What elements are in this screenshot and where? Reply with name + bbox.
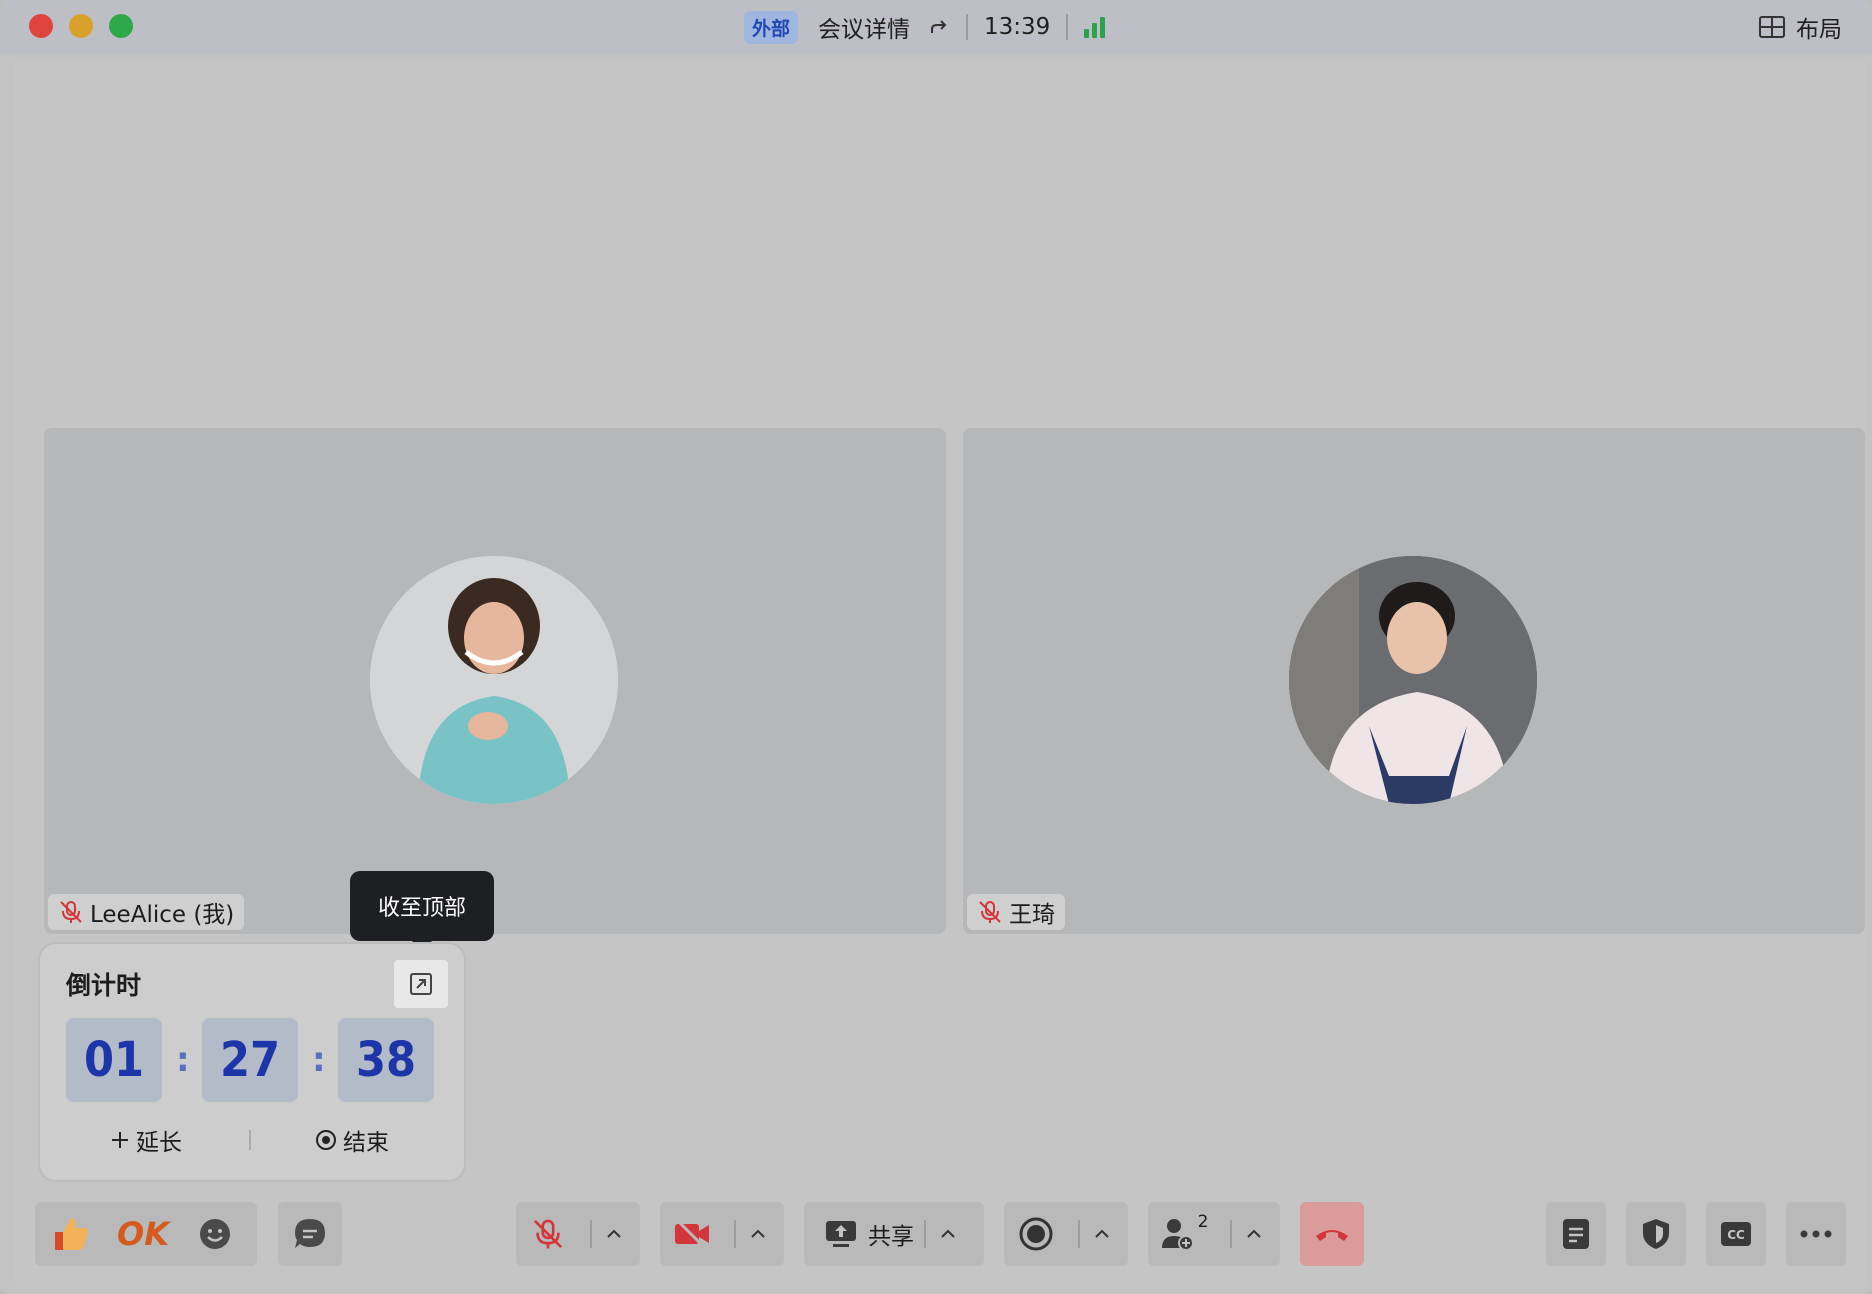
captions-icon: CC (1721, 1222, 1751, 1246)
participant-name-tag: 王琦 (967, 894, 1065, 930)
extend-button[interactable]: 延长 (110, 1123, 182, 1157)
minimize-window-button[interactable] (69, 14, 93, 38)
record-button[interactable] (1004, 1216, 1068, 1252)
divider (249, 1130, 251, 1150)
participant-tile[interactable]: 王琦 (963, 428, 1865, 934)
captions-button[interactable]: CC (1706, 1202, 1766, 1266)
divider (1230, 1220, 1232, 1248)
collapse-to-top-button[interactable] (394, 960, 448, 1008)
thumbs-up-reaction[interactable] (35, 1214, 107, 1254)
chat-button[interactable] (278, 1202, 342, 1266)
notes-icon (1563, 1219, 1589, 1249)
chevron-up-icon (1095, 1229, 1109, 1238)
reactions-group: OK (35, 1202, 257, 1266)
share-label: 共享 (868, 1224, 914, 1250)
end-label: 结束 (343, 1130, 389, 1156)
avatar (370, 556, 618, 804)
smile-icon (200, 1219, 230, 1249)
divider (1078, 1220, 1080, 1248)
time-separator: : (312, 1040, 326, 1080)
ok-reaction[interactable]: OK (107, 1215, 179, 1253)
title-bar: 外部 会议详情 13:39 布局 (0, 0, 1872, 54)
security-button[interactable] (1626, 1202, 1686, 1266)
share-control: 共享 (804, 1202, 984, 1266)
stop-circle-icon (316, 1130, 336, 1150)
countdown-title: 倒计时 (66, 971, 142, 1000)
layout-button[interactable]: 布局 (1758, 10, 1842, 44)
share-options-button[interactable] (936, 1222, 960, 1246)
chat-bubble-icon (295, 1219, 325, 1248)
more-icon (1800, 1230, 1832, 1238)
plus-icon (112, 1132, 128, 1148)
more-options-button[interactable] (1786, 1202, 1846, 1266)
refresh-share-icon[interactable] (928, 16, 950, 38)
ok-reaction-label: OK (117, 1215, 169, 1253)
meeting-window: 外部 会议详情 13:39 布局 LeeAlice (我) 王琦 收至顶部 倒计… (0, 0, 1872, 1294)
hang-up-icon (1316, 1230, 1348, 1241)
share-button[interactable]: 共享 (824, 1217, 914, 1251)
divider (590, 1220, 592, 1248)
time-separator: : (176, 1040, 190, 1080)
external-badge: 外部 (744, 10, 799, 44)
svg-text:CC: CC (1727, 1228, 1745, 1242)
seconds-display: 38 (338, 1018, 434, 1102)
participants-options-button[interactable] (1242, 1222, 1266, 1246)
microphone-control (516, 1202, 640, 1266)
meeting-details-link[interactable]: 会议详情 (818, 10, 910, 44)
thumbs-up-icon (55, 1218, 88, 1250)
countdown-panel: 倒计时 01 : 27 : 38 延长 结束 (38, 942, 466, 1182)
close-window-button[interactable] (29, 14, 53, 38)
layout-grid-icon (1759, 16, 1785, 38)
add-participant-icon (1161, 1219, 1194, 1251)
camera-control (660, 1202, 784, 1266)
mic-off-icon (60, 901, 82, 923)
avatar (1289, 556, 1537, 804)
participant-tile[interactable]: LeeAlice (我) (44, 428, 946, 934)
participants-button[interactable]: 2 (1148, 1212, 1220, 1252)
camera-off-icon (675, 1218, 709, 1250)
participant-name-tag: LeeAlice (我) (48, 894, 245, 930)
chevron-up-icon (751, 1229, 765, 1238)
notes-button[interactable] (1546, 1202, 1606, 1266)
share-screen-icon (826, 1221, 856, 1247)
extend-label: 延长 (136, 1130, 182, 1156)
meeting-info-bar: 外部 会议详情 13:39 (744, 10, 1106, 44)
mic-options-button[interactable] (602, 1222, 626, 1246)
record-control (1004, 1202, 1128, 1266)
divider (966, 14, 969, 40)
hours-display: 01 (66, 1018, 162, 1102)
minutes-display: 27 (202, 1018, 298, 1102)
mic-off-icon (979, 901, 1001, 923)
record-icon (1019, 1217, 1053, 1251)
camera-toggle-button[interactable] (660, 1218, 724, 1250)
meeting-clock: 13:39 (984, 14, 1051, 40)
participants-control: 2 (1148, 1202, 1280, 1266)
maximize-window-button[interactable] (109, 14, 133, 38)
emoji-button[interactable] (179, 1217, 251, 1251)
end-countdown-button[interactable]: 结束 (315, 1123, 389, 1157)
camera-options-button[interactable] (746, 1222, 770, 1246)
divider (734, 1220, 736, 1248)
countdown-actions: 延长 结束 (40, 1120, 464, 1160)
signal-icon[interactable] (1084, 16, 1106, 38)
chevron-up-icon (941, 1229, 955, 1238)
participant-name: LeeAlice (我) (90, 902, 235, 928)
collapse-to-top-icon (410, 973, 432, 995)
chevron-up-icon (607, 1229, 621, 1238)
divider (1066, 14, 1069, 40)
mute-toggle-button[interactable] (516, 1217, 580, 1251)
leave-meeting-button[interactable] (1300, 1202, 1364, 1266)
chevron-up-icon (1247, 1229, 1261, 1238)
mic-off-icon (533, 1219, 563, 1249)
layout-label: 布局 (1796, 17, 1842, 43)
participant-count: 2 (1197, 1212, 1209, 1232)
collapse-tooltip: 收至顶部 (350, 871, 494, 951)
participant-name: 王琦 (1009, 902, 1055, 928)
record-options-button[interactable] (1090, 1222, 1114, 1246)
divider (924, 1220, 926, 1248)
security-shield-icon (1643, 1219, 1669, 1249)
